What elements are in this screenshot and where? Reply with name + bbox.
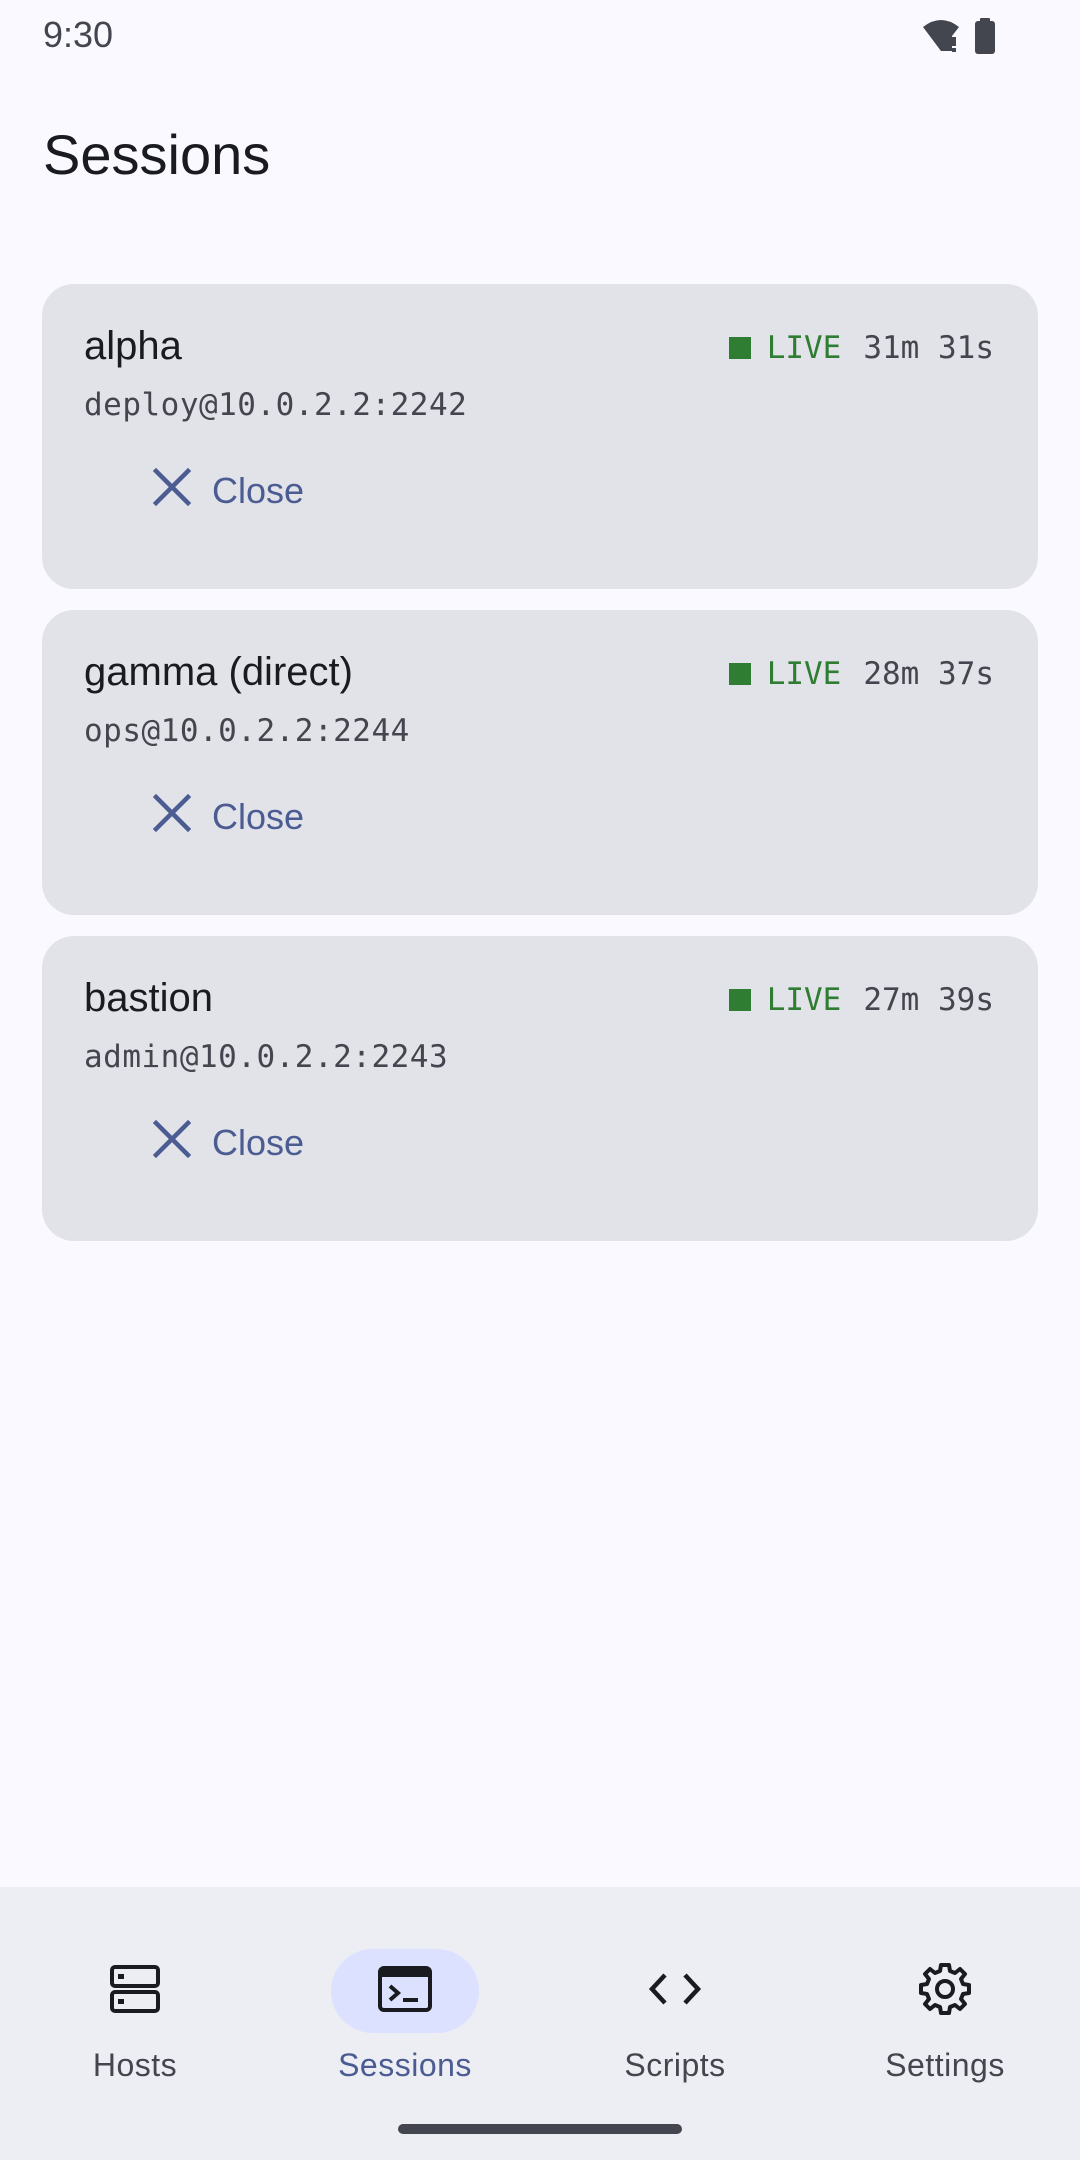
close-icon (152, 1119, 192, 1168)
close-label: Close (212, 1122, 305, 1163)
status-badge: LIVE (766, 330, 842, 366)
close-icon (152, 793, 192, 842)
close-label: Close (212, 796, 305, 837)
gear-icon (918, 1962, 972, 2021)
home-indicator[interactable] (398, 2124, 682, 2134)
status-badge: LIVE (766, 656, 842, 692)
session-address: deploy@10.0.2.2:2242 (84, 387, 468, 423)
elapsed-time: 31m 31s (863, 330, 994, 366)
nav-item-sessions[interactable]: Sessions (270, 1917, 540, 2083)
close-session-button[interactable]: Close (152, 782, 304, 852)
session-status: LIVE 31m 31s (728, 330, 994, 366)
elapsed-time: 28m 37s (863, 656, 994, 692)
session-card[interactable]: bastion LIVE 27m 39s admin@10.0.2.2:2243… (42, 936, 1038, 1241)
code-icon (647, 1971, 703, 2012)
battery-icon (974, 18, 996, 59)
nav-pill (61, 1949, 209, 2033)
live-indicator-icon (728, 989, 751, 1011)
session-status: LIVE 27m 39s (728, 982, 994, 1018)
session-name: gamma (direct) (84, 650, 353, 694)
close-icon (152, 467, 192, 516)
status-bar: 9:30 (0, 0, 1080, 72)
nav-label-hosts: Hosts (92, 2047, 178, 2083)
close-label: Close (212, 470, 305, 511)
session-name: alpha (84, 324, 182, 368)
status-icons (922, 18, 996, 59)
nav-item-scripts[interactable]: Scripts (540, 1917, 810, 2083)
nav-pill-active (331, 1949, 479, 2033)
nav-pill (871, 1949, 1019, 2033)
session-name: bastion (84, 976, 213, 1020)
status-badge: LIVE (766, 982, 842, 1018)
status-time: 9:30 (43, 14, 114, 55)
bottom-nav: Hosts Sessions Scripts Settings (0, 1887, 1080, 2160)
nav-label-sessions: Sessions (338, 2047, 472, 2083)
nav-pill (601, 1949, 749, 2033)
live-indicator-icon (728, 663, 751, 685)
session-status: LIVE 28m 37s (728, 656, 994, 692)
session-address: admin@10.0.2.2:2243 (84, 1039, 449, 1075)
hosts-icon (109, 1964, 161, 2019)
elapsed-time: 27m 39s (863, 982, 994, 1018)
nav-item-settings[interactable]: Settings (810, 1917, 1080, 2083)
terminal-icon (378, 1965, 432, 2017)
session-address: ops@10.0.2.2:2244 (84, 713, 410, 749)
nav-item-hosts[interactable]: Hosts (0, 1917, 270, 2083)
page-title: Sessions (43, 123, 271, 186)
wifi-alert-icon (922, 19, 960, 58)
live-indicator-icon (728, 337, 751, 359)
session-card[interactable]: gamma (direct) LIVE 28m 37s ops@10.0.2.2… (42, 610, 1038, 915)
nav-label-settings: Settings (885, 2047, 1005, 2083)
close-session-button[interactable]: Close (152, 1108, 304, 1178)
session-card[interactable]: alpha LIVE 31m 31s deploy@10.0.2.2:2242 … (42, 284, 1038, 589)
close-session-button[interactable]: Close (152, 456, 304, 526)
nav-label-scripts: Scripts (624, 2047, 726, 2083)
